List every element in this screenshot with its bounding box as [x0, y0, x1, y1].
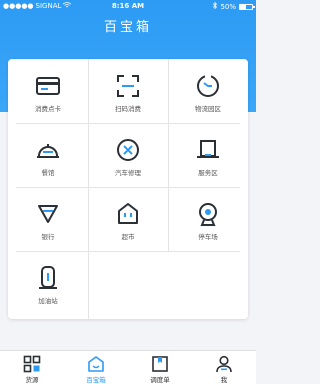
page-title: 百宝箱 [103, 20, 152, 35]
grid-item-label: 银行 [41, 233, 55, 241]
logistics-icon [197, 75, 219, 97]
grid-item-scan[interactable]: 扫码消费 [88, 59, 168, 123]
tools-grid-card: 消费点卡 扫码消费 物流园区 餐馆 汽车修理 服务区 银行 超市 停车场 加油站 [8, 59, 248, 319]
tab-goods[interactable]: 货源 [0, 351, 64, 384]
grid-item-label: 餐馆 [41, 169, 55, 177]
bottom-tab-bar: 货源 百宝箱 调度单 我 [0, 350, 256, 384]
grid-item-supermarket[interactable]: 超市 [88, 187, 168, 251]
battery-percent: 50% [220, 2, 236, 11]
dispatch-icon [152, 356, 168, 372]
grid-item-label: 服务区 [198, 169, 218, 177]
bank-icon [38, 205, 58, 223]
grid-item-car-repair[interactable]: 汽车修理 [88, 123, 168, 187]
status-bar: ●●●●● SIGNAL 8:16 AM 50% [0, 0, 256, 12]
scan-icon [117, 75, 139, 97]
tab-label: 我 [220, 376, 228, 384]
grid-item-label: 消费点卡 [35, 105, 61, 113]
tab-dispatch[interactable]: 调度单 [128, 351, 192, 384]
grid-item-label: 物流园区 [195, 105, 221, 113]
grid-item-bank[interactable]: 银行 [8, 187, 88, 251]
service-area-icon [197, 140, 219, 158]
gas-station-icon [39, 266, 57, 289]
tab-me[interactable]: 我 [192, 351, 256, 384]
tab-toolbox[interactable]: 百宝箱 [64, 351, 128, 384]
grid-divider [88, 251, 89, 319]
home-icon [88, 356, 104, 372]
battery-icon [239, 3, 255, 10]
user-icon [216, 355, 232, 373]
grid-item-gas-station[interactable]: 加油站 [8, 251, 88, 319]
restaurant-icon [37, 144, 59, 158]
grid-item-restaurant[interactable]: 餐馆 [8, 123, 88, 187]
grid-item-logistics[interactable]: 物流园区 [168, 59, 248, 123]
grid-item-parking[interactable]: 停车场 [168, 187, 248, 251]
tab-label: 调度单 [150, 376, 170, 384]
car-repair-icon [117, 139, 139, 161]
card-icon [36, 77, 60, 95]
grid-item-label: 加油站 [38, 297, 58, 305]
grid-item-service-area[interactable]: 服务区 [168, 123, 248, 187]
tab-label: 货源 [25, 376, 39, 384]
grid-item-label: 停车场 [198, 233, 218, 241]
supermarket-icon [118, 203, 138, 224]
grid-item-card[interactable]: 消费点卡 [8, 59, 88, 123]
goods-icon [23, 355, 41, 373]
grid-item-label: 超市 [121, 233, 135, 241]
parking-icon [199, 203, 217, 226]
bluetooth-icon [213, 1, 218, 11]
grid-item-label: 汽车修理 [115, 169, 141, 177]
grid-item-label: 扫码消费 [115, 105, 141, 113]
tab-label: 百宝箱 [86, 376, 106, 384]
